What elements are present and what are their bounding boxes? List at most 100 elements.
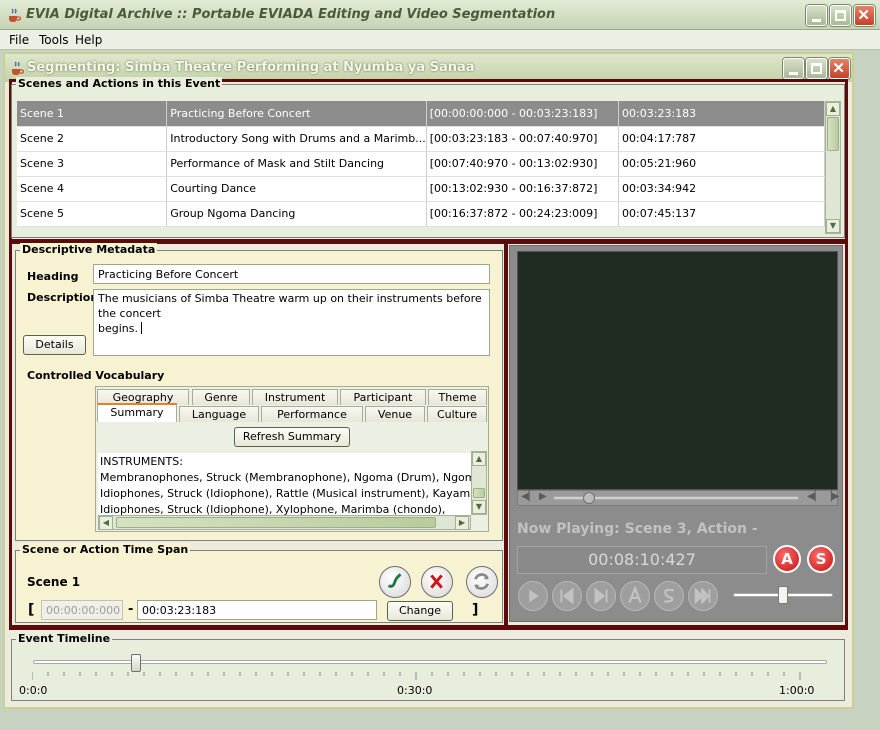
scroll-thumb[interactable] [116, 517, 436, 528]
minimize-icon [812, 19, 821, 22]
change-button[interactable]: Change [387, 601, 453, 621]
scene-range: [00:13:02:930 - 00:16:37:872] [426, 176, 620, 202]
scroll-right-icon[interactable]: ▶ [455, 516, 469, 530]
scene-s-button[interactable]: S [807, 545, 835, 573]
scene-label: Scene 1 [27, 575, 81, 589]
tab-venue[interactable]: Venue [365, 406, 425, 422]
table-row[interactable]: Scene 2 Introductory Song with Drums and… [17, 126, 825, 152]
video-screen[interactable] [517, 251, 838, 490]
table-row[interactable]: Scene 5 Group Ngoma Dancing [00:16:37:87… [17, 201, 825, 227]
close-button[interactable] [854, 5, 875, 26]
minimize-button[interactable] [806, 5, 827, 26]
scenes-legend: Scenes and Actions in this Event [16, 77, 223, 90]
scene-duration: 00:03:34:942 [618, 176, 825, 202]
scroll-down-icon[interactable]: ▼ [826, 219, 840, 233]
tab-culture[interactable]: Culture [427, 406, 487, 422]
description-field[interactable]: The musicians of Simba Theatre warm up o… [93, 289, 490, 356]
timeline-end-label: 1:00:0 [779, 684, 815, 697]
inner-close-button[interactable] [829, 58, 850, 79]
scene-duration: 00:04:17:787 [618, 126, 825, 152]
menu-file[interactable]: File [9, 33, 29, 47]
tab-performance[interactable]: Performance [261, 406, 363, 422]
seek-bar: ◀▏ ▶ ◀▏ ▕▶ [517, 490, 839, 506]
inner-minimize-button[interactable] [783, 58, 804, 79]
previous-button[interactable] [552, 581, 582, 611]
timeline-ticks [32, 672, 801, 680]
timeline-mid-label: 0:30:0 [397, 684, 433, 697]
scene-range: [00:07:40:970 - 00:13:02:930] [426, 151, 620, 177]
play-button[interactable] [518, 581, 548, 611]
summary-line: INSTRUMENTS: [100, 455, 183, 468]
scenes-scrollbar[interactable]: ▲ ▼ [825, 101, 841, 234]
scene-title: Introductory Song with Drums and a Marim… [166, 126, 427, 152]
tab-language[interactable]: Language [179, 406, 259, 422]
next-icon [594, 587, 608, 605]
tab-participant[interactable]: Participant [340, 389, 426, 405]
mark-scene-button[interactable] [654, 581, 684, 611]
close-bracket: ] [472, 602, 479, 618]
skip-end-button[interactable] [688, 581, 718, 611]
scene-range: [00:03:23:183 - 00:07:40:970] [426, 126, 620, 152]
scene-id: Scene 2 [17, 126, 168, 152]
maximize-button[interactable] [830, 5, 851, 26]
timeline-track[interactable] [33, 660, 827, 664]
description-line: begins. [98, 321, 485, 336]
details-button[interactable]: Details [23, 335, 86, 355]
segmenting-title: Segmenting: Simba Theatre Performing at … [27, 60, 475, 75]
skip-forward-icon[interactable]: ▕▶ [824, 491, 839, 502]
summary-hscrollbar[interactable]: ◀ ▶ [98, 515, 471, 530]
summary-line: Membranophones, Struck (Membranophone), … [100, 471, 471, 484]
action-marker-icon [628, 585, 642, 603]
scene-range: [00:00:00:000 - 00:03:23:183] [426, 101, 620, 127]
tab-theme[interactable]: Theme [428, 389, 487, 405]
rewind-icon[interactable]: ◀▏ [521, 491, 536, 502]
scroll-thumb[interactable] [827, 117, 839, 151]
tab-summary[interactable]: Summary [97, 403, 177, 422]
window-title: EVIA Digital Archive :: Portable EVIADA … [26, 7, 556, 22]
skip-end-icon [694, 587, 711, 605]
timeline-legend: Event Timeline [16, 632, 113, 645]
scroll-up-icon[interactable]: ▲ [826, 102, 840, 116]
title-bar: EVIA Digital Archive :: Portable EVIADA … [0, 0, 880, 30]
step-icon[interactable]: ▶ [539, 491, 547, 502]
table-row[interactable]: Scene 3 Performance of Mask and Stilt Da… [17, 151, 825, 177]
reset-button[interactable] [466, 566, 498, 598]
summary-vscrollbar[interactable]: ▲ ▼ [471, 451, 487, 515]
scene-title: Courting Dance [166, 176, 427, 202]
close-icon [858, 9, 869, 20]
refresh-summary-button[interactable]: Refresh Summary [234, 427, 350, 447]
menu-tools[interactable]: Tools [39, 33, 69, 47]
accept-button[interactable] [379, 566, 411, 598]
inner-maximize-button[interactable] [806, 58, 827, 79]
menu-bar: File Tools Help [0, 30, 880, 50]
heading-field[interactable]: Practicing Before Concert [93, 264, 490, 284]
action-a-button[interactable]: A [773, 545, 801, 573]
scene-title: Group Ngoma Dancing [166, 201, 427, 227]
previous-icon [560, 587, 574, 605]
cancel-button[interactable] [421, 566, 453, 598]
frame-border-center [504, 244, 508, 625]
menu-help[interactable]: Help [75, 33, 102, 47]
minimize-icon [789, 72, 798, 75]
tab-genre[interactable]: Genre [192, 389, 250, 405]
skip-back-icon[interactable]: ◀▏ [807, 491, 822, 502]
tab-instrument[interactable]: Instrument [252, 389, 338, 405]
scroll-down-icon[interactable]: ▼ [472, 500, 486, 514]
table-row[interactable]: Scene 4 Courting Dance [00:13:02:930 - 0… [17, 176, 825, 202]
seek-handle[interactable] [583, 492, 595, 504]
scroll-up-icon[interactable]: ▲ [472, 452, 486, 466]
metadata-legend: Descriptive Metadata [20, 243, 158, 256]
maximize-icon [811, 63, 822, 74]
text-cursor [141, 322, 142, 334]
mark-action-button[interactable] [620, 581, 650, 611]
time-display: 00:08:10:427 [517, 546, 767, 574]
scroll-thumb[interactable] [473, 488, 485, 498]
close-icon [833, 62, 844, 73]
table-row[interactable]: Scene 1 Practicing Before Concert [00:00… [17, 101, 825, 127]
timeline-handle[interactable] [131, 654, 141, 672]
next-button[interactable] [586, 581, 616, 611]
end-time-field[interactable]: 00:03:23:183 [137, 600, 377, 620]
summary-line: Idiophones, Struck (Idiophone), Rattle (… [100, 487, 471, 500]
scroll-left-icon[interactable]: ◀ [99, 516, 113, 530]
volume-handle[interactable] [778, 586, 788, 604]
